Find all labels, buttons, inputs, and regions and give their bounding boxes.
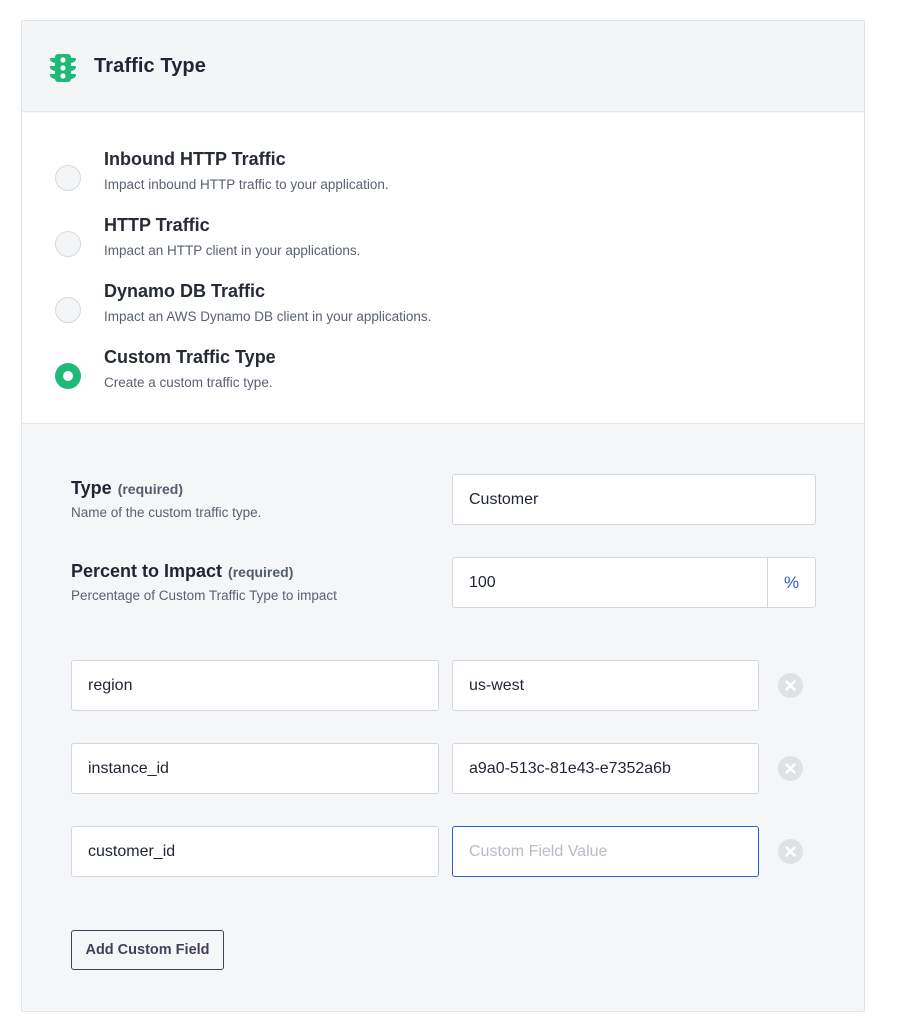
percent-label-text: Percent to Impact <box>71 561 223 581</box>
percent-label: Percent to Impact (required) <box>71 561 293 582</box>
custom-field-key-input[interactable] <box>71 826 439 877</box>
custom-field-value-input[interactable] <box>452 660 759 711</box>
radio-http[interactable] <box>55 231 81 257</box>
traffic-type-card: Traffic Type Inbound HTTP Traffic Impact… <box>21 20 865 1012</box>
option-label: Custom Traffic Type <box>104 347 276 367</box>
remove-field-icon[interactable] <box>778 839 803 864</box>
radio-custom-traffic[interactable] <box>55 363 81 389</box>
percent-help: Percentage of Custom Traffic Type to imp… <box>71 588 337 603</box>
page-title: Traffic Type <box>94 55 206 77</box>
custom-field-value-input[interactable] <box>452 743 759 794</box>
percent-input-group: % <box>452 557 816 608</box>
option-description: Create a custom traffic type. <box>104 375 273 390</box>
custom-field-value-input[interactable] <box>452 826 759 877</box>
option-custom-traffic[interactable]: Custom Traffic Type Create a custom traf… <box>22 341 864 401</box>
option-description: Impact an AWS Dynamo DB client in your a… <box>104 309 432 324</box>
radio-inbound-http[interactable] <box>55 165 81 191</box>
option-description: Impact an HTTP client in your applicatio… <box>104 243 361 258</box>
option-description: Impact inbound HTTP traffic to your appl… <box>104 177 389 192</box>
required-tag: (required) <box>117 481 184 497</box>
type-input[interactable] <box>452 474 816 525</box>
type-label: Type (required) <box>71 478 183 499</box>
radio-dynamo-db[interactable] <box>55 297 81 323</box>
type-help: Name of the custom traffic type. <box>71 505 262 520</box>
remove-field-icon[interactable] <box>778 756 803 781</box>
add-custom-field-button[interactable]: Add Custom Field <box>71 930 224 970</box>
custom-field-key-input[interactable] <box>71 743 439 794</box>
traffic-type-options: Inbound HTTP Traffic Impact inbound HTTP… <box>22 113 864 424</box>
custom-traffic-form: Type (required) Name of the custom traffi… <box>22 425 864 1011</box>
option-label: Inbound HTTP Traffic <box>104 149 286 169</box>
type-label-text: Type <box>71 478 112 498</box>
card-header: Traffic Type <box>22 21 864 112</box>
option-dynamo-db[interactable]: Dynamo DB Traffic Impact an AWS Dynamo D… <box>22 275 864 335</box>
percent-input[interactable] <box>453 558 768 607</box>
required-tag: (required) <box>228 564 294 580</box>
traffic-light-icon <box>50 54 76 82</box>
option-http[interactable]: HTTP Traffic Impact an HTTP client in yo… <box>22 209 864 269</box>
option-label: Dynamo DB Traffic <box>104 281 266 301</box>
custom-field-key-input[interactable] <box>71 660 439 711</box>
option-label: HTTP Traffic <box>104 215 210 235</box>
remove-field-icon[interactable] <box>778 673 803 698</box>
percent-unit: % <box>767 558 815 607</box>
option-inbound-http[interactable]: Inbound HTTP Traffic Impact inbound HTTP… <box>22 143 864 203</box>
